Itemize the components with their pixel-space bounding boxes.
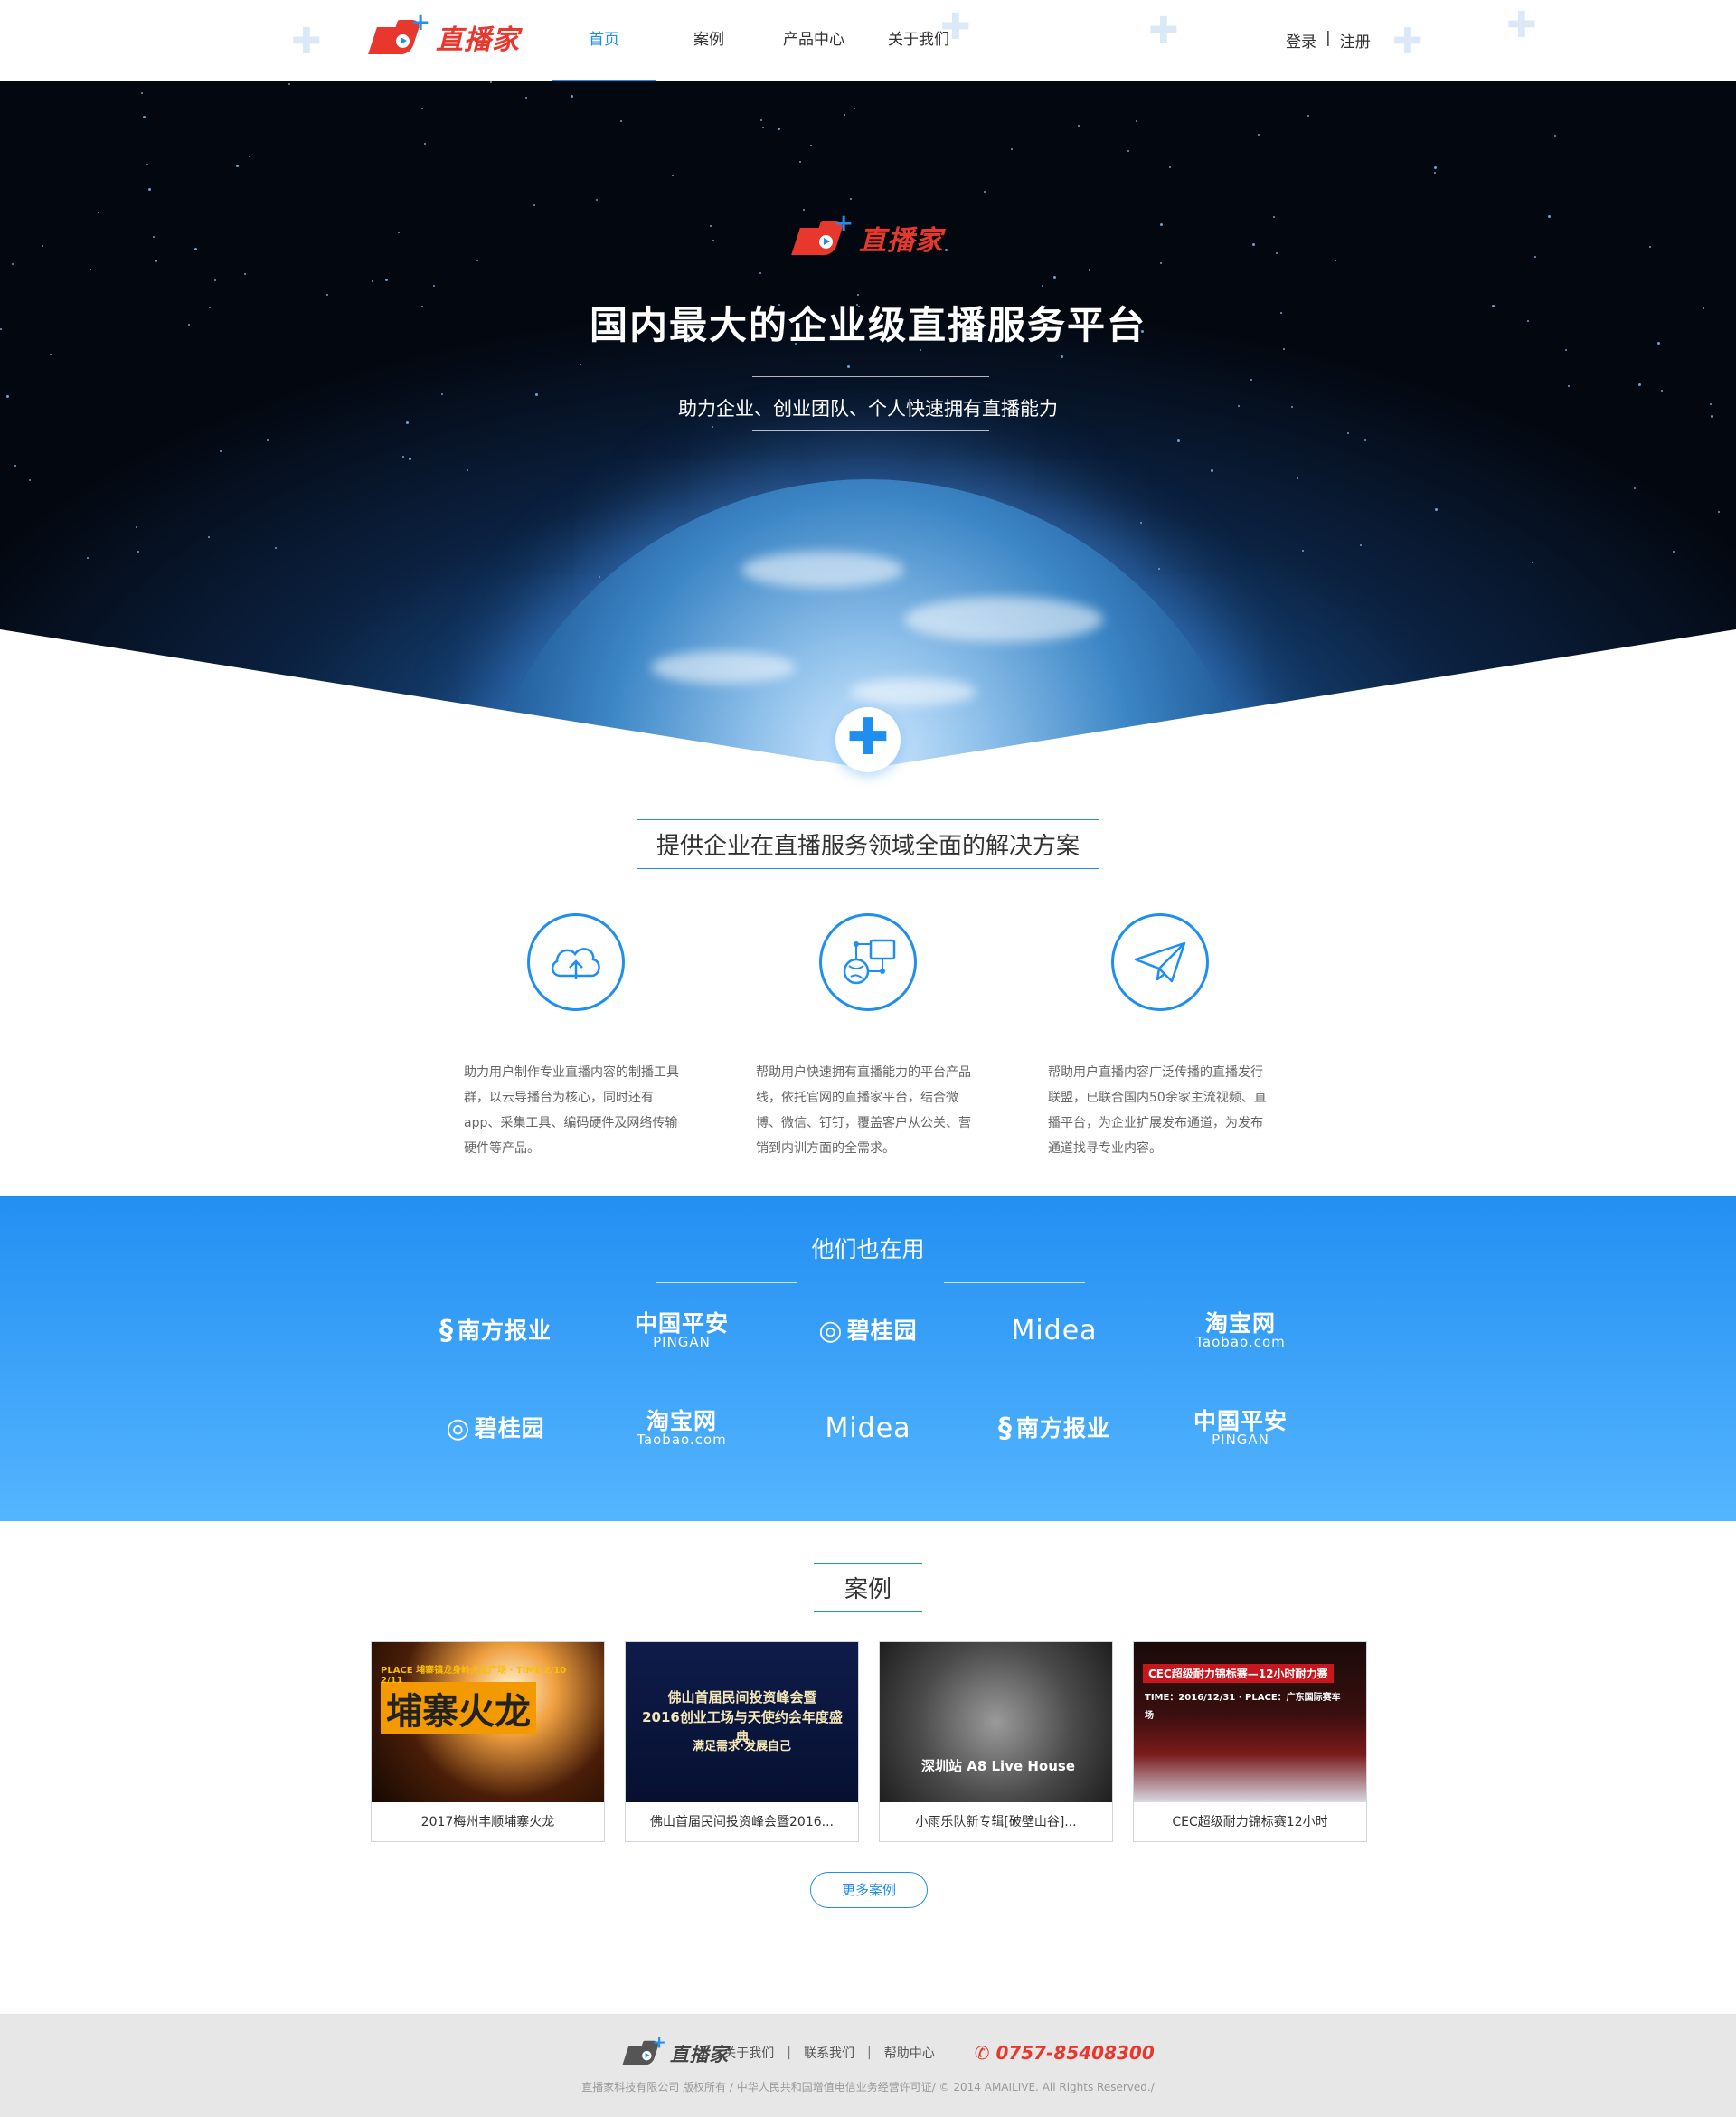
nav-item-home[interactable]: 首页 <box>552 0 656 81</box>
case-card[interactable]: 深圳站 A8 Live House 小雨乐队新专辑[破壁山谷]... <box>879 1641 1113 1842</box>
phone-icon: ✆ <box>974 2042 990 2064</box>
subtitle-rule <box>752 430 989 431</box>
case-thumbnail: CEC超级耐力锦标赛—12小时耐力赛 TIME：2016/12/31 · PLA… <box>1134 1642 1366 1802</box>
cases-title: 案例 <box>813 1563 922 1612</box>
case-list: 埔寨火龙 PLACE 埔寨镇龙身岭火龙广场 · TIME 2/10 2/11 2… <box>371 1641 1367 1842</box>
hero-logo: + 直播家 <box>791 212 943 259</box>
clients-title: 他们也在用 <box>811 1236 925 1262</box>
clients-section: 他们也在用 § 南方报业 中国平安 PINGAN ◎ 碧桂园 Midea 淘宝网 Tao… <box>0 1196 1736 1521</box>
plus-badge-icon: ✚ <box>835 707 901 772</box>
auth-links: 登录 | 注册 <box>1286 29 1371 52</box>
footer-links-row: + 直播家 关于我们 | 联系我们 | 帮助中心 ✆ 0757-85408300 <box>0 2032 1736 2074</box>
case-card[interactable]: 佛山首届民间投资峰会暨 2016创业工场与天使约会年度盛典 满足需求·发展自己 … <box>625 1641 859 1842</box>
decor-plus-icon: ✚ <box>1506 5 1537 46</box>
logo-wordmark: 直播家 <box>436 24 520 56</box>
client-logo-midea[interactable]: Midea <box>961 1304 1147 1358</box>
title-rule <box>944 1282 1085 1283</box>
client-logo-nanfang[interactable]: § 南方报业 <box>402 1304 589 1358</box>
case-caption: CEC超级耐力锦标赛12小时 <box>1172 1815 1328 1829</box>
auth-divider: | <box>1326 29 1331 47</box>
subtitle-rule <box>752 376 989 377</box>
footer-logo[interactable]: + 直播家 <box>622 2035 730 2067</box>
footer-logo-wordmark: 直播家 <box>670 2044 730 2066</box>
decor-plus-icon: ✚ <box>1148 10 1179 52</box>
feature-card: 助力用户制作专业直播内容的制播工具群，以云导播台为核心，同时还有app、采集工具… <box>464 913 690 1161</box>
case-caption: 佛山首届民间投资峰会暨2016... <box>650 1815 834 1829</box>
client-logo-pingan[interactable]: 中国平安 PINGAN <box>589 1304 775 1358</box>
client-logo-biguiyuan[interactable]: ◎ 碧桂园 <box>402 1402 589 1456</box>
hero-subtitle-wrap: 助力企业、创业团队、个人快速拥有直播能力 <box>0 376 1736 431</box>
footer-copyright: 直播家科技有限公司 版权所有 / 中华人民共和国增值电信业务经营许可证/ © 2… <box>581 2081 1155 2093</box>
case-caption: 小雨乐队新专辑[破壁山谷]... <box>915 1815 1077 1829</box>
nav-item-products[interactable]: 产品中心 <box>761 0 866 81</box>
feature-card: 帮助用户直播内容广泛传播的直播发行联盟，已联合国内50余家主流视频、直播平台，为… <box>1048 913 1274 1161</box>
client-logo-pingan[interactable]: 中国平安 PINGAN <box>1147 1402 1334 1456</box>
cases-title-wrap: 案例 <box>0 1563 1736 1612</box>
nav-item-cases[interactable]: 案例 <box>656 0 761 81</box>
paper-plane-icon <box>1111 913 1209 1011</box>
client-logo-taobao[interactable]: 淘宝网 Taobao.com <box>1147 1304 1334 1358</box>
register-link[interactable]: 注册 <box>1340 29 1371 52</box>
more-cases-button[interactable]: 更多案例 <box>810 1872 928 1908</box>
cloud-upload-icon <box>527 913 625 1011</box>
decor-plus-icon: ✚ <box>1392 21 1423 62</box>
footer-divider: | <box>866 2046 872 2060</box>
client-logo-nanfang[interactable]: § 南方报业 <box>961 1402 1147 1456</box>
case-thumbnail: 佛山首届民间投资峰会暨 2016创业工场与天使约会年度盛典 满足需求·发展自己 <box>626 1642 858 1802</box>
client-logo-taobao[interactable]: 淘宝网 Taobao.com <box>589 1402 775 1456</box>
client-logo-grid: § 南方报业 中国平安 PINGAN ◎ 碧桂园 Midea 淘宝网 Taobao.co… <box>402 1304 1334 1456</box>
hero-banner: + 直播家 国内最大的企业级直播服务平台 助力企业、创业团队、个人快速拥有直播能… <box>0 81 1736 769</box>
footer-link-contact[interactable]: 联系我们 <box>804 2044 854 2062</box>
main-nav: 首页 案例 产品中心 关于我们 <box>552 0 971 81</box>
clients-title-wrap: 他们也在用 <box>0 1232 1736 1283</box>
feature-text: 帮助用户快速拥有直播能力的平台产品线，依托官网的直播家平台，结合微博、微信、钉钉… <box>756 1065 971 1156</box>
nav-item-about[interactable]: 关于我们 <box>866 0 971 81</box>
hero-title: 国内最大的企业级直播服务平台 <box>589 303 1146 347</box>
case-caption: 2017梅州丰顺埔寨火龙 <box>420 1815 555 1829</box>
case-card[interactable]: 埔寨火龙 PLACE 埔寨镇龙身岭火龙广场 · TIME 2/10 2/11 2… <box>371 1641 605 1842</box>
feature-card: 帮助用户快速拥有直播能力的平台产品线，依托官网的直播家平台，结合微博、微信、钉钉… <box>756 913 982 1161</box>
client-logo-biguiyuan[interactable]: ◎ 碧桂园 <box>775 1304 961 1358</box>
footer-divider: | <box>787 2046 791 2060</box>
client-logo-midea[interactable]: Midea <box>775 1402 961 1456</box>
solutions-title-wrap: 提供企业在直播服务领域全面的解决方案 <box>0 819 1736 869</box>
case-card[interactable]: CEC超级耐力锦标赛—12小时耐力赛 TIME：2016/12/31 · PLA… <box>1133 1641 1367 1842</box>
hero-logo-wordmark: 直播家 <box>859 225 943 257</box>
site-footer: + 直播家 关于我们 | 联系我们 | 帮助中心 ✆ 0757-85408300… <box>0 2014 1736 2117</box>
logo-mark-icon: + <box>368 11 430 58</box>
login-link[interactable]: 登录 <box>1286 29 1316 52</box>
site-header: ✚ ✚ ✚ ✚ ✚ + 直播家 首页 案例 产品中心 关于我们 登录 | 注册 <box>0 0 1736 81</box>
case-thumbnail: 深圳站 A8 Live House <box>880 1642 1112 1802</box>
decor-plus-icon: ✚ <box>291 21 322 62</box>
title-rule <box>656 1282 797 1283</box>
case-thumbnail: 埔寨火龙 PLACE 埔寨镇龙身岭火龙广场 · TIME 2/10 2/11 <box>372 1642 604 1802</box>
feature-text: 助力用户制作专业直播内容的制播工具群，以云导播台为核心，同时还有app、采集工具… <box>464 1065 679 1156</box>
logo-mark-icon: + <box>622 2035 666 2067</box>
header-logo[interactable]: + 直播家 <box>368 11 520 58</box>
footer-phone: ✆ 0757-85408300 <box>974 2042 1155 2064</box>
hero-subtitle: 助力企业、创业团队、个人快速拥有直播能力 <box>678 398 1058 420</box>
feature-text: 帮助用户直播内容广泛传播的直播发行联盟，已联合国内50余家主流视频、直播平台，为… <box>1048 1065 1267 1156</box>
solutions-title: 提供企业在直播服务领域全面的解决方案 <box>636 819 1099 869</box>
footer-link-about[interactable]: 关于我们 <box>723 2044 774 2062</box>
logo-mark-icon: + <box>791 212 854 259</box>
hero-bottom-wedge <box>0 629 1736 769</box>
footer-link-help[interactable]: 帮助中心 <box>884 2044 935 2062</box>
platform-network-icon <box>819 913 917 1011</box>
